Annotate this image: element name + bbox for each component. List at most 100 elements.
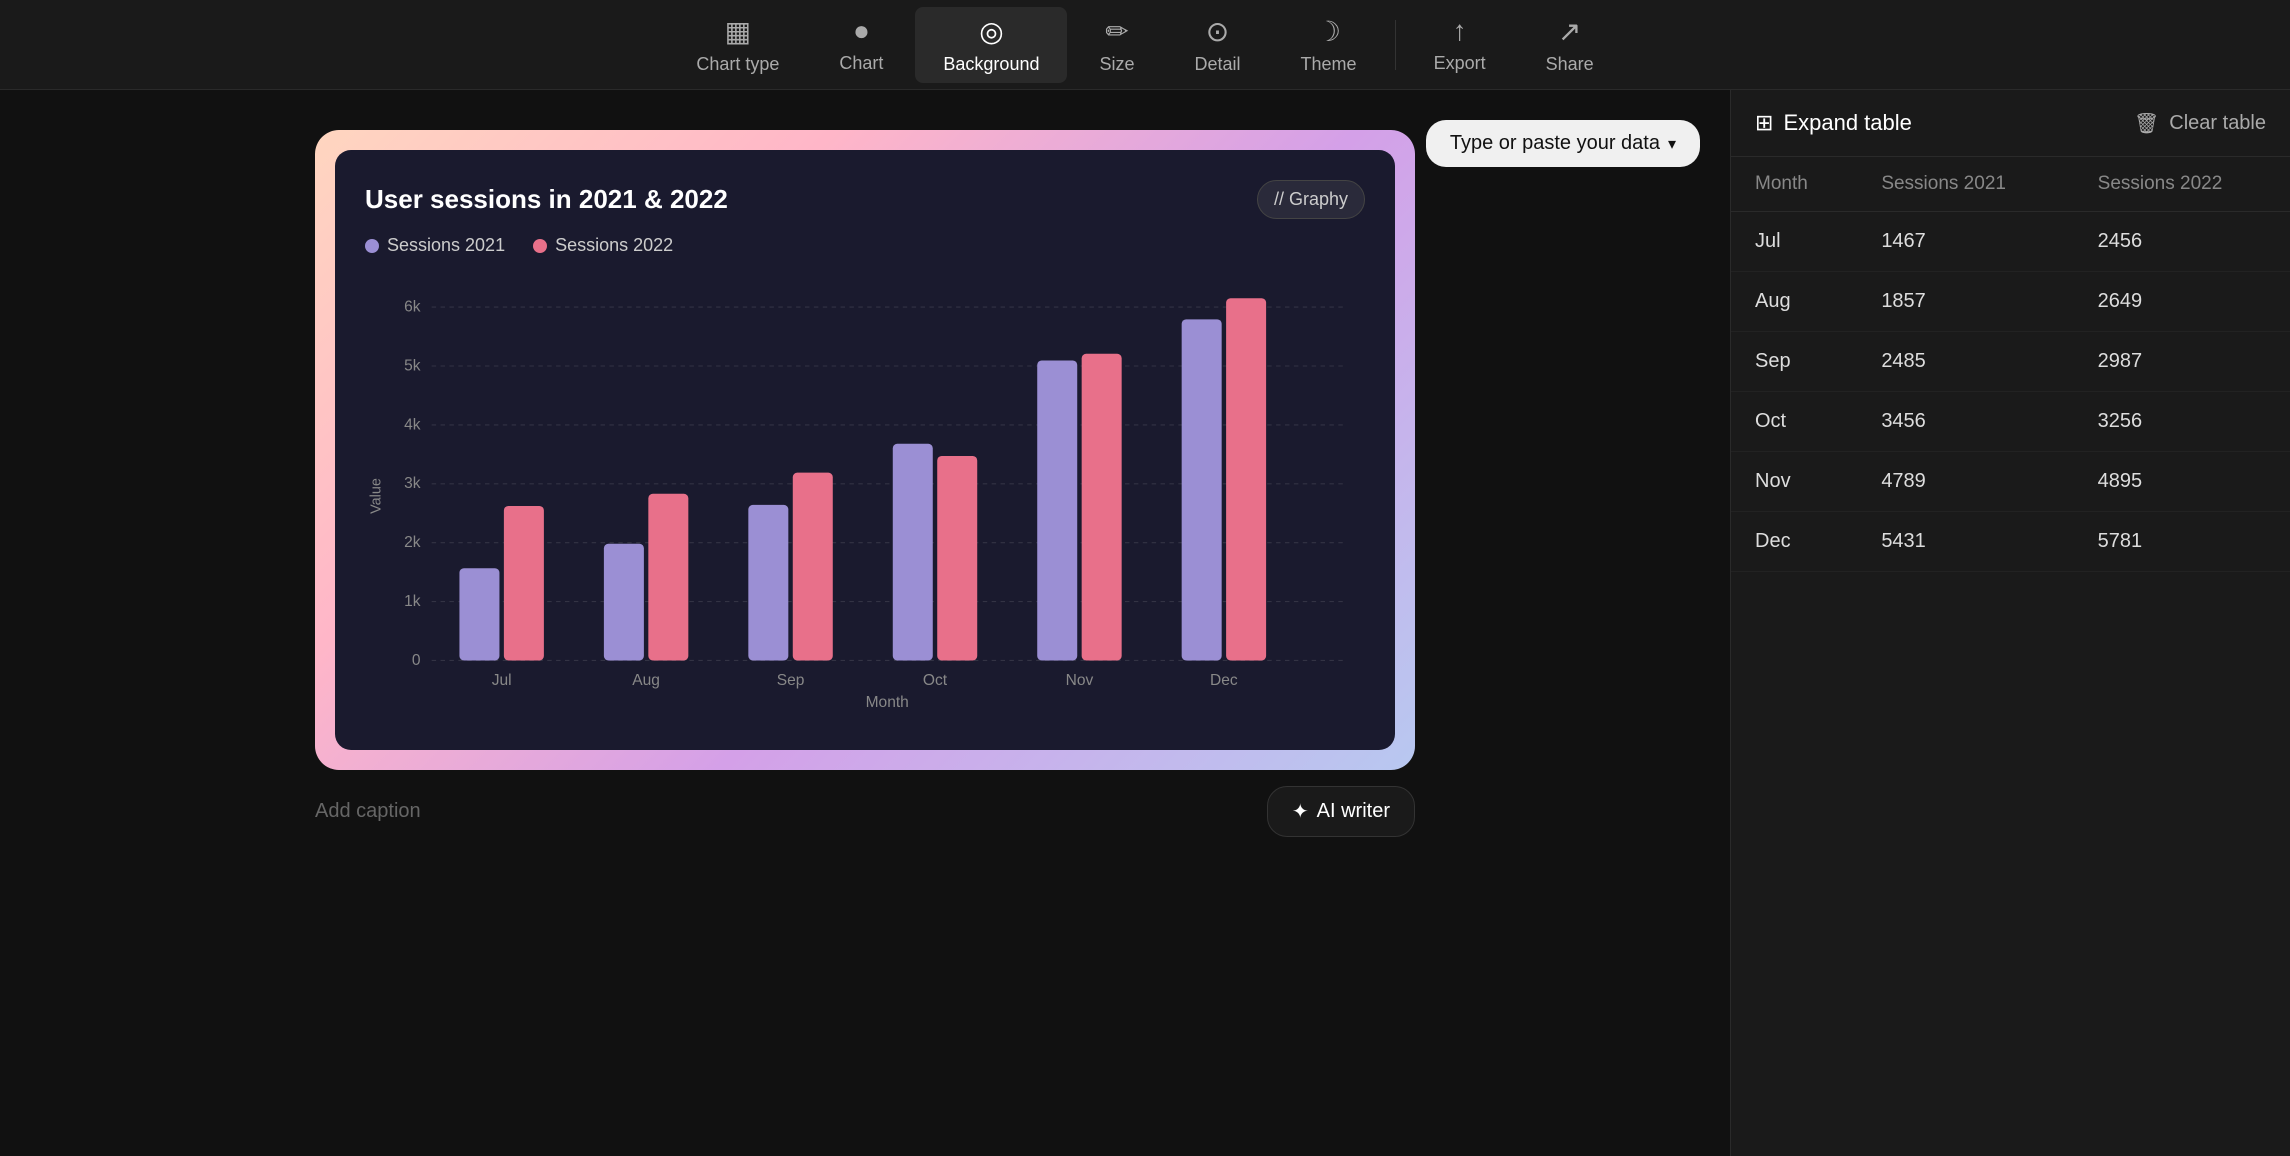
svg-text:Jul: Jul bbox=[492, 672, 512, 689]
cell-month: Oct bbox=[1731, 392, 1857, 452]
bar-oct-2022 bbox=[937, 456, 977, 660]
graphy-logo-text: // Graphy bbox=[1274, 189, 1348, 210]
cell-month: Sep bbox=[1731, 332, 1857, 392]
caption-area: Add caption ✦ AI writer bbox=[315, 770, 1415, 837]
legend-item-2022: Sessions 2022 bbox=[533, 235, 673, 256]
data-table: Month Sessions 2021 Sessions 2022 Jul 14… bbox=[1731, 157, 2290, 1156]
cell-s2022: 5781 bbox=[2074, 512, 2290, 572]
right-panel: ⊞ Expand table 🗑 Clear table Month Sessi… bbox=[1730, 90, 2290, 1156]
share-icon: ↗ bbox=[1558, 15, 1581, 48]
toolbar-item-size[interactable]: ✏ Size bbox=[1071, 7, 1162, 83]
toolbar: ▦ Chart type ● Chart ◎ Background ✏ Size… bbox=[0, 0, 2290, 90]
toolbar-item-export[interactable]: ↑ Export bbox=[1406, 7, 1514, 82]
detail-label: Detail bbox=[1195, 54, 1241, 75]
bar-jul-2022 bbox=[504, 506, 544, 660]
panel-header: ⊞ Expand table 🗑 Clear table bbox=[1731, 90, 2290, 157]
theme-icon: ☽ bbox=[1316, 15, 1341, 48]
table-row: Jul 1467 2456 bbox=[1731, 212, 2290, 272]
chart-area: Type or paste your data ▾ User sessions … bbox=[0, 90, 1730, 1156]
ai-writer-button[interactable]: ✦ AI writer bbox=[1267, 786, 1415, 837]
export-label: Export bbox=[1434, 53, 1486, 74]
cell-s2021: 3456 bbox=[1857, 392, 2073, 452]
gradient-card: User sessions in 2021 & 2022 // Graphy S… bbox=[315, 130, 1415, 770]
table-row: Dec 5431 5781 bbox=[1731, 512, 2290, 572]
chart-icon: ● bbox=[853, 15, 870, 47]
cell-s2021: 4789 bbox=[1857, 452, 2073, 512]
inner-chart: User sessions in 2021 & 2022 // Graphy S… bbox=[335, 150, 1395, 750]
ai-icon: ✦ bbox=[1292, 799, 1309, 824]
caption-placeholder[interactable]: Add caption bbox=[315, 800, 421, 823]
legend-label-2022: Sessions 2022 bbox=[555, 235, 673, 256]
cell-s2022: 2456 bbox=[2074, 212, 2290, 272]
toolbar-item-share[interactable]: ↗ Share bbox=[1518, 7, 1622, 83]
chart-type-label: Chart type bbox=[696, 54, 779, 75]
cell-month: Nov bbox=[1731, 452, 1857, 512]
toolbar-item-theme[interactable]: ☽ Theme bbox=[1273, 7, 1385, 83]
bar-dec-2022 bbox=[1226, 298, 1266, 660]
cell-s2021: 2485 bbox=[1857, 332, 2073, 392]
background-label: Background bbox=[943, 54, 1039, 75]
cell-s2022: 2649 bbox=[2074, 272, 2290, 332]
svg-text:6k: 6k bbox=[404, 299, 421, 316]
cell-s2021: 5431 bbox=[1857, 512, 2073, 572]
trash-icon: 🗑 bbox=[2134, 111, 2159, 136]
toolbar-item-chart-type[interactable]: ▦ Chart type bbox=[668, 7, 807, 83]
svg-text:Nov: Nov bbox=[1066, 672, 1094, 689]
toolbar-item-background[interactable]: ◎ Background bbox=[915, 7, 1067, 83]
toolbar-item-chart[interactable]: ● Chart bbox=[811, 7, 911, 82]
chart-label: Chart bbox=[839, 53, 883, 74]
bar-nov-2022 bbox=[1082, 354, 1122, 661]
svg-text:Oct: Oct bbox=[923, 672, 948, 689]
svg-text:Sep: Sep bbox=[777, 672, 805, 689]
bar-aug-2021 bbox=[604, 544, 644, 661]
legend-dot-purple bbox=[365, 239, 379, 253]
table-row: Oct 3456 3256 bbox=[1731, 392, 2290, 452]
bar-nov-2021 bbox=[1037, 360, 1077, 660]
chart-legend: Sessions 2021 Sessions 2022 bbox=[365, 235, 1365, 256]
col-header-sessions-2022: Sessions 2022 bbox=[2074, 157, 2290, 212]
expand-table-icon: ⊞ bbox=[1755, 110, 1773, 136]
cell-month: Dec bbox=[1731, 512, 1857, 572]
clear-table-label: Clear table bbox=[2169, 112, 2266, 135]
detail-icon: ⊙ bbox=[1206, 15, 1229, 48]
expand-table-label: Expand table bbox=[1783, 110, 1911, 136]
ai-writer-label: AI writer bbox=[1317, 800, 1390, 823]
table-row: Nov 4789 4895 bbox=[1731, 452, 2290, 512]
svg-text:Dec: Dec bbox=[1210, 672, 1238, 689]
bar-chart-svg: 6k 5k 4k 3k 2k 1k 0 Value bbox=[365, 272, 1365, 720]
toolbar-item-detail[interactable]: ⊙ Detail bbox=[1167, 7, 1269, 83]
svg-text:Month: Month bbox=[866, 694, 909, 711]
cell-s2022: 3256 bbox=[2074, 392, 2290, 452]
svg-text:3k: 3k bbox=[404, 475, 421, 492]
size-icon: ✏ bbox=[1105, 15, 1128, 48]
share-label: Share bbox=[1546, 54, 1594, 75]
cell-s2021: 1857 bbox=[1857, 272, 2073, 332]
svg-text:4k: 4k bbox=[404, 416, 421, 433]
clear-table-button[interactable]: 🗑 Clear table bbox=[2134, 111, 2266, 136]
cell-month: Aug bbox=[1731, 272, 1857, 332]
cell-s2021: 1467 bbox=[1857, 212, 2073, 272]
main-content: Type or paste your data ▾ User sessions … bbox=[0, 90, 2290, 1156]
toolbar-divider bbox=[1395, 20, 1396, 70]
graphy-logo: // Graphy bbox=[1257, 180, 1365, 219]
svg-text:5k: 5k bbox=[404, 357, 421, 374]
expand-table-button[interactable]: ⊞ Expand table bbox=[1755, 110, 1912, 136]
cell-s2022: 2987 bbox=[2074, 332, 2290, 392]
background-icon: ◎ bbox=[979, 15, 1003, 48]
legend-dot-pink bbox=[533, 239, 547, 253]
chart-svg-container: 6k 5k 4k 3k 2k 1k 0 Value bbox=[365, 272, 1365, 720]
table-row: Sep 2485 2987 bbox=[1731, 332, 2290, 392]
chart-title: User sessions in 2021 & 2022 bbox=[365, 184, 728, 215]
chevron-down-icon: ▾ bbox=[1668, 134, 1676, 154]
bar-oct-2021 bbox=[893, 444, 933, 661]
table-row: Aug 1857 2649 bbox=[1731, 272, 2290, 332]
svg-text:2k: 2k bbox=[404, 534, 421, 551]
type-paste-button[interactable]: Type or paste your data ▾ bbox=[1426, 120, 1700, 167]
theme-label: Theme bbox=[1301, 54, 1357, 75]
col-header-sessions-2021: Sessions 2021 bbox=[1857, 157, 2073, 212]
bar-dec-2021 bbox=[1182, 319, 1222, 660]
bar-jul-2021 bbox=[459, 568, 499, 660]
svg-text:0: 0 bbox=[412, 652, 421, 669]
bar-sep-2022 bbox=[793, 473, 833, 661]
legend-label-2021: Sessions 2021 bbox=[387, 235, 505, 256]
